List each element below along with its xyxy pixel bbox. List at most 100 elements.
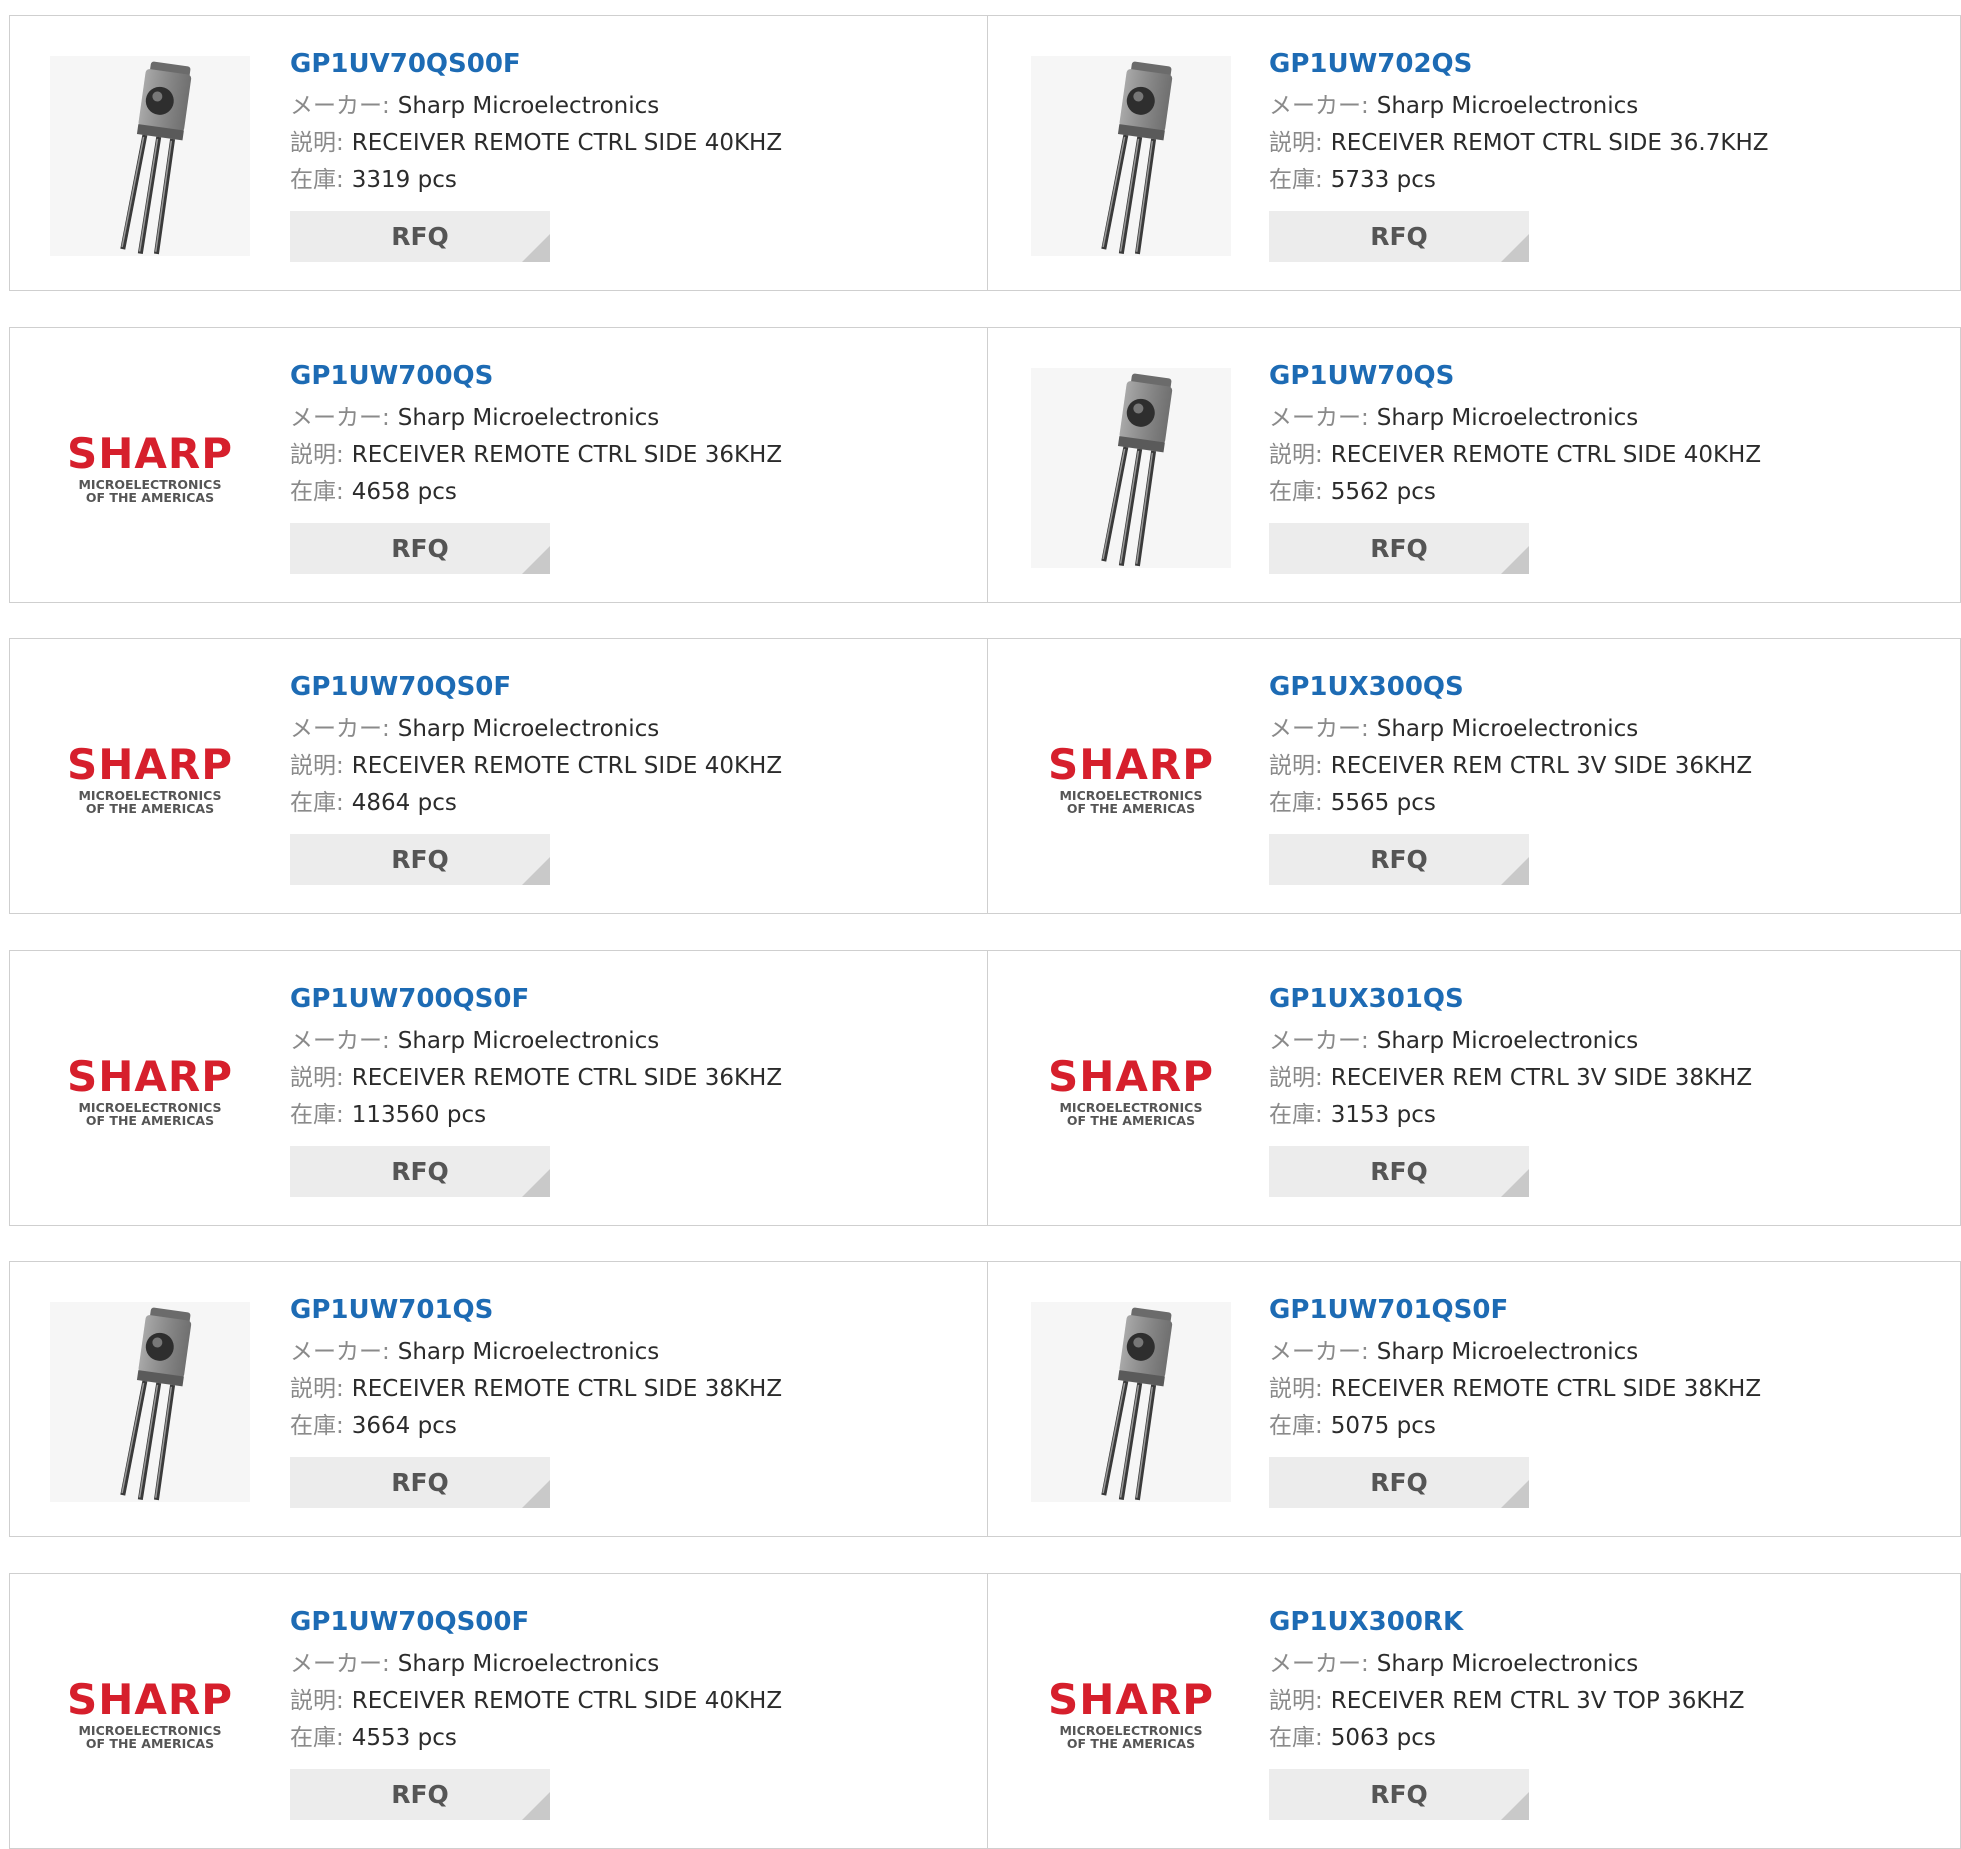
product-info: GP1UW702QS メーカー: Sharp Microelectronics 説… [1269,48,1769,262]
stock-label: 在庫: [290,1725,344,1751]
product-image[interactable] [1031,1302,1231,1502]
manufacturer-value: Sharp Microelectronics [397,93,660,119]
manufacturer-value: Sharp Microelectronics [397,405,660,431]
product-image[interactable] [1031,368,1231,568]
corner-triangle-icon [522,1169,550,1197]
stock-label: 在庫: [1269,1102,1323,1128]
product-row: SHARP MICROELECTRONICS OF THE AMERICAS G… [9,638,1961,914]
rfq-button[interactable]: RFQ [290,834,550,885]
product-image[interactable]: SHARP MICROELECTRONICS OF THE AMERICAS [50,368,250,568]
ir-receiver-photo-icon [50,1302,250,1502]
description-value: RECEIVER REMOTE CTRL SIDE 36KHZ [351,442,783,468]
rfq-button[interactable]: RFQ [290,1457,550,1508]
description-line: 説明: RECEIVER REM CTRL 3V SIDE 36KHZ [1269,748,1752,785]
part-number-link[interactable]: GP1UW700QS0F [290,983,782,1015]
corner-triangle-icon [1501,234,1529,262]
description-value: RECEIVER REM CTRL 3V TOP 36KHZ [1330,1688,1745,1714]
part-number-link[interactable]: GP1UW700QS [290,360,782,392]
product-row: GP1UW701QS メーカー: Sharp Microelectronics 説… [9,1261,1961,1537]
ir-receiver-photo-icon [1031,368,1231,568]
manufacturer-label: メーカー: [1269,405,1369,431]
part-number-link[interactable]: GP1UX300QS [1269,671,1752,703]
stock-value: 3153 pcs [1330,1102,1436,1128]
rfq-button[interactable]: RFQ [1269,211,1529,262]
rfq-label: RFQ [391,1468,449,1497]
part-number-link[interactable]: GP1UW701QS0F [1269,1294,1761,1326]
svg-text:SHARP: SHARP [1048,1675,1214,1724]
rfq-label: RFQ [391,845,449,874]
product-image[interactable] [1031,56,1231,256]
manufacturer-label: メーカー: [290,405,390,431]
description-label: 説明: [290,442,344,468]
part-number-link[interactable]: GP1UW70QS [1269,360,1761,392]
manufacturer-value: Sharp Microelectronics [1376,1028,1639,1054]
part-number-link[interactable]: GP1UW702QS [1269,48,1769,80]
product-image[interactable] [50,1302,250,1502]
stock-line: 在庫: 4658 pcs [290,474,782,511]
rfq-button[interactable]: RFQ [1269,834,1529,885]
description-line: 説明: RECEIVER REMOTE CTRL SIDE 40KHZ [290,1683,782,1720]
stock-line: 在庫: 113560 pcs [290,1097,782,1134]
svg-text:OF THE AMERICAS: OF THE AMERICAS [86,1113,214,1128]
manufacturer-label: メーカー: [290,716,390,742]
svg-text:OF THE AMERICAS: OF THE AMERICAS [1067,1113,1195,1128]
stock-label: 在庫: [290,1102,344,1128]
rfq-label: RFQ [1370,534,1428,563]
description-value: RECEIVER REMOTE CTRL SIDE 38KHZ [351,1376,783,1402]
manufacturer-line: メーカー: Sharp Microelectronics [290,88,782,125]
manufacturer-line: メーカー: Sharp Microelectronics [1269,1023,1752,1060]
description-label: 説明: [290,130,344,156]
product-image[interactable] [50,56,250,256]
manufacturer-label: メーカー: [1269,716,1369,742]
stock-label: 在庫: [1269,479,1323,505]
product-image[interactable]: SHARP MICROELECTRONICS OF THE AMERICAS [1031,679,1231,879]
rfq-button[interactable]: RFQ [290,1146,550,1197]
svg-text:OF THE AMERICAS: OF THE AMERICAS [1067,801,1195,816]
product-image[interactable]: SHARP MICROELECTRONICS OF THE AMERICAS [50,1614,250,1814]
product-image[interactable]: SHARP MICROELECTRONICS OF THE AMERICAS [50,679,250,879]
rfq-label: RFQ [391,534,449,563]
part-number-link[interactable]: GP1UV70QS00F [290,48,782,80]
product-card: SHARP MICROELECTRONICS OF THE AMERICAS G… [10,328,987,602]
description-label: 説明: [1269,130,1323,156]
description-line: 説明: RECEIVER REM CTRL 3V SIDE 38KHZ [1269,1060,1752,1097]
sharp-logo-icon: SHARP MICROELECTRONICS OF THE AMERICAS [67,1675,232,1751]
rfq-label: RFQ [391,222,449,251]
rfq-button[interactable]: RFQ [290,1769,550,1820]
stock-value: 4658 pcs [351,479,457,505]
rfq-button[interactable]: RFQ [1269,1769,1529,1820]
stock-line: 在庫: 5063 pcs [1269,1720,1745,1757]
corner-triangle-icon [522,546,550,574]
product-image[interactable]: SHARP MICROELECTRONICS OF THE AMERICAS [1031,991,1231,1191]
part-number-link[interactable]: GP1UW70QS0F [290,671,782,703]
manufacturer-value: Sharp Microelectronics [1376,1651,1639,1677]
manufacturer-label: メーカー: [1269,1028,1369,1054]
part-number-link[interactable]: GP1UW70QS00F [290,1606,782,1638]
manufacturer-line: メーカー: Sharp Microelectronics [1269,400,1761,437]
product-info: GP1UW700QS メーカー: Sharp Microelectronics 説… [290,360,782,574]
manufacturer-line: メーカー: Sharp Microelectronics [1269,1334,1761,1371]
stock-value: 5733 pcs [1330,167,1436,193]
product-image[interactable]: SHARP MICROELECTRONICS OF THE AMERICAS [1031,1614,1231,1814]
rfq-button[interactable]: RFQ [290,523,550,574]
corner-triangle-icon [1501,857,1529,885]
product-card: SHARP MICROELECTRONICS OF THE AMERICAS G… [10,639,987,913]
product-card: SHARP MICROELECTRONICS OF THE AMERICAS G… [987,639,1961,913]
product-card: GP1UW701QS0F メーカー: Sharp Microelectronics… [987,1262,1961,1536]
description-value: RECEIVER REMOTE CTRL SIDE 40KHZ [351,130,783,156]
product-row: SHARP MICROELECTRONICS OF THE AMERICAS G… [9,327,1961,603]
rfq-button[interactable]: RFQ [1269,523,1529,574]
part-number-link[interactable]: GP1UW701QS [290,1294,782,1326]
sharp-logo-icon: SHARP MICROELECTRONICS OF THE AMERICAS [67,740,232,816]
rfq-button[interactable]: RFQ [1269,1457,1529,1508]
product-grid: GP1UV70QS00F メーカー: Sharp Microelectronics… [0,0,1961,1849]
part-number-link[interactable]: GP1UX301QS [1269,983,1752,1015]
product-image[interactable]: SHARP MICROELECTRONICS OF THE AMERICAS [50,991,250,1191]
part-number-link[interactable]: GP1UX300RK [1269,1606,1745,1638]
stock-label: 在庫: [1269,167,1323,193]
rfq-button[interactable]: RFQ [290,211,550,262]
rfq-button[interactable]: RFQ [1269,1146,1529,1197]
svg-text:OF THE AMERICAS: OF THE AMERICAS [1067,1736,1195,1751]
description-line: 説明: RECEIVER REMOTE CTRL SIDE 38KHZ [1269,1371,1761,1408]
corner-triangle-icon [1501,1480,1529,1508]
